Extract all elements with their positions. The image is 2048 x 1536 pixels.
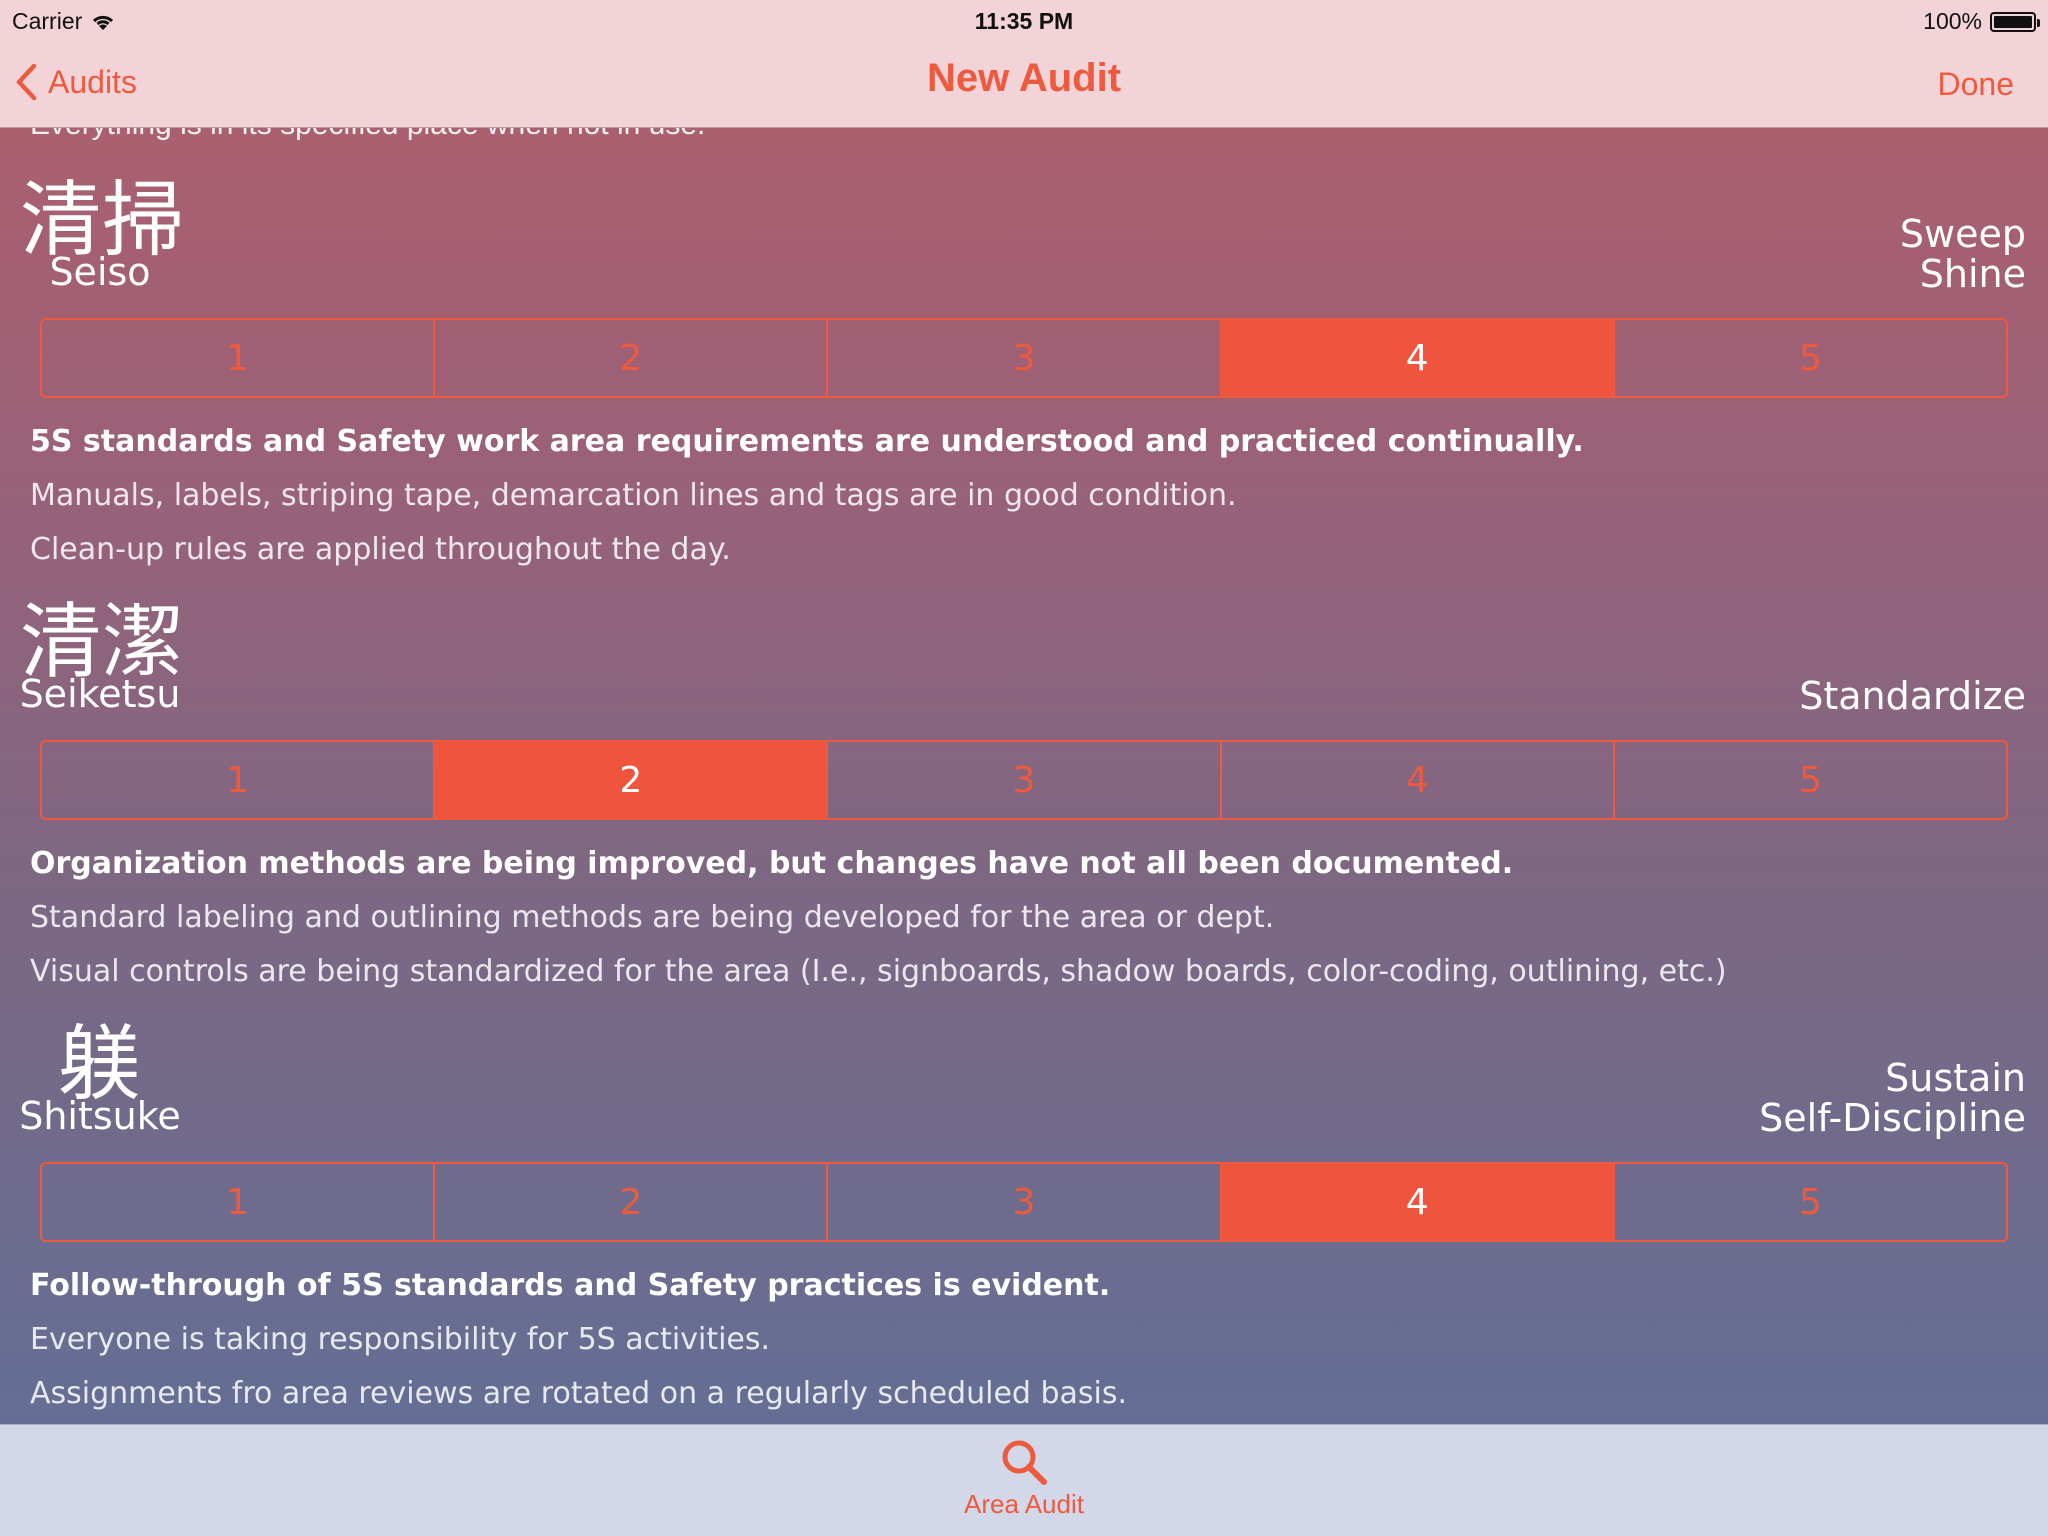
search-icon <box>1002 1440 1047 1485</box>
score-segment-3[interactable]: 3 <box>828 1164 1222 1240</box>
meaning-label: Sustain Self-Discipline <box>1759 1058 2026 1138</box>
meaning-line-2: Self-Discipline <box>1759 1096 2026 1140</box>
score-detail-1: Manuals, labels, striping tape, demarcat… <box>30 478 1237 513</box>
score-segment-3[interactable]: 3 <box>828 742 1222 818</box>
romaji-title: Seiketsu <box>19 672 181 716</box>
score-detail-1: Standard labeling and outlining methods … <box>30 900 1275 935</box>
score-headline: 5S standards and Safety work area requir… <box>30 424 1584 459</box>
meaning-label: Standardize <box>1799 636 2026 716</box>
meaning-line-1 <box>1799 636 2026 676</box>
score-segment-1[interactable]: 1 <box>42 320 436 396</box>
score-segment-5[interactable]: 5 <box>1615 320 2006 396</box>
meaning-line-2: Standardize <box>1799 674 2026 718</box>
score-detail-2: Assignments fro area reviews are rotated… <box>30 1376 1128 1411</box>
score-detail-2: Clean-up rules are applied throughout th… <box>30 532 731 567</box>
score-segmented-control[interactable]: 1 2 3 4 5 <box>40 740 2008 820</box>
score-segmented-control[interactable]: 1 2 3 4 5 <box>40 1162 2008 1242</box>
score-segment-4[interactable]: 4 <box>1221 320 1615 396</box>
navigation-bar: Carrier 11:35 PM 100% Audits New Audit D… <box>0 0 2048 128</box>
romaji-title: Shitsuke <box>19 1094 181 1138</box>
score-segment-2[interactable]: 2 <box>435 1164 829 1240</box>
done-button[interactable]: Done <box>1938 66 2015 103</box>
score-segment-5[interactable]: 5 <box>1615 742 2006 818</box>
score-segment-5[interactable]: 5 <box>1615 1164 2006 1240</box>
score-headline: Organization methods are being improved,… <box>30 846 1514 881</box>
score-headline: Follow-through of 5S standards and Safet… <box>30 1268 1111 1303</box>
meaning-label: Sweep Shine <box>1900 214 2026 294</box>
tab-area-audit[interactable]: Area Audit <box>0 1437 2048 1520</box>
tab-label: Area Audit <box>964 1489 1084 1519</box>
romaji-title: Seiso <box>49 250 151 294</box>
score-segmented-control[interactable]: 1 2 3 4 5 <box>40 318 2008 398</box>
status-time: 11:35 PM <box>974 8 1074 34</box>
score-segment-4[interactable]: 4 <box>1222 742 1615 818</box>
battery-icon <box>1990 11 2040 32</box>
score-segment-1[interactable]: 1 <box>42 1164 436 1240</box>
meaning-line-2: Shine <box>1919 252 2026 296</box>
score-segment-2[interactable]: 2 <box>435 320 829 396</box>
status-bar: Carrier 11:35 PM 100% <box>0 6 2048 36</box>
score-detail-2: Visual controls are being standardized f… <box>30 954 1727 989</box>
score-segment-2[interactable]: 2 <box>435 742 829 818</box>
score-segment-3[interactable]: 3 <box>828 320 1222 396</box>
battery-percent: 100% <box>1923 8 1982 34</box>
score-detail-1: Everyone is taking responsibility for 5S… <box>30 1322 771 1357</box>
score-segment-4[interactable]: 4 <box>1221 1164 1615 1240</box>
page-title: New Audit <box>926 56 1122 100</box>
score-segment-1[interactable]: 1 <box>42 742 436 818</box>
meaning-line-1: Sweep <box>1899 212 2026 256</box>
meaning-line-1: Sustain <box>1885 1056 2026 1100</box>
tab-bar: Area Audit <box>0 1424 2048 1536</box>
